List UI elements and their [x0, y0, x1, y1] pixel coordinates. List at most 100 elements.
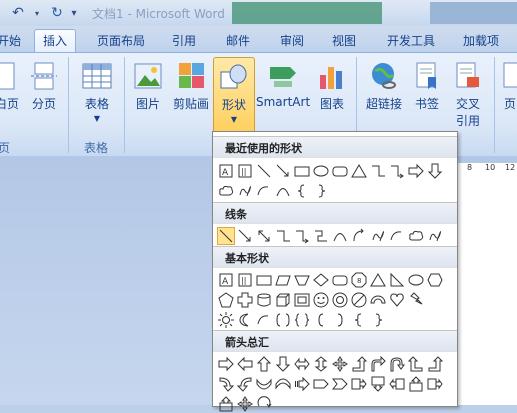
shape-quad-icon[interactable] [331, 355, 349, 373]
shape-blockarc-icon[interactable] [369, 291, 387, 309]
picture-button[interactable]: 图片 [132, 61, 164, 112]
shape-rbrace-icon[interactable] [312, 182, 330, 200]
tab-page-layout[interactable]: 页面布局 [90, 30, 152, 52]
shape-uarrow-icon[interactable] [255, 355, 273, 373]
shape-moon-icon[interactable] [236, 311, 254, 329]
undo-icon[interactable]: ↶ [4, 4, 32, 22]
shape-cloud-icon[interactable] [217, 182, 235, 200]
chevron-down-icon[interactable]: ▾ [32, 4, 42, 22]
header-button[interactable]: 页 [500, 61, 517, 112]
shape-hexa-icon[interactable] [426, 271, 444, 289]
shape-lup-arrow-icon[interactable] [350, 355, 368, 373]
tab-developer[interactable]: 开发工具 [378, 30, 444, 52]
shape-callout-l-icon[interactable] [388, 375, 406, 393]
shape-cloud-icon[interactable] [407, 227, 425, 245]
cross-reference-button[interactable]: 交叉 引用 [450, 61, 486, 129]
shape-cross-icon[interactable] [236, 291, 254, 309]
chart-button[interactable]: 图表 [314, 61, 350, 112]
shape-darrow-icon[interactable] [255, 227, 273, 245]
shape-elbow-icon[interactable] [274, 227, 292, 245]
shape-rect-icon[interactable] [293, 162, 311, 180]
tab-addins[interactable]: 加载项 [456, 30, 506, 52]
shape-darrowblk-icon[interactable] [274, 355, 292, 373]
shape-heart-icon[interactable] [388, 291, 406, 309]
shape-elbowarrow-icon[interactable] [388, 162, 406, 180]
shape-arc-icon[interactable] [255, 182, 273, 200]
shape-brackets-icon[interactable] [274, 311, 292, 329]
shape-tri-icon[interactable] [369, 271, 387, 289]
shape-callout-d-icon[interactable] [369, 375, 387, 393]
shape-octa-icon[interactable]: 8 [350, 271, 368, 289]
shape-lup-arrow2-icon[interactable] [407, 355, 425, 373]
shape-diamond-icon[interactable] [312, 271, 330, 289]
shape-trap-icon[interactable] [293, 271, 311, 289]
shape-zig-icon[interactable] [312, 227, 330, 245]
shape-scribble-icon[interactable] [426, 227, 444, 245]
document-page[interactable] [455, 176, 517, 405]
shape-rarrow-icon[interactable] [217, 355, 235, 373]
shape-cube-icon[interactable] [274, 291, 292, 309]
tab-insert[interactable]: 插入 [34, 29, 76, 54]
shape-vtext-icon[interactable]: || [236, 271, 254, 289]
shape-arc-icon[interactable] [255, 311, 273, 329]
shape-lbrace-icon[interactable] [350, 311, 368, 329]
shape-circ-arrow-icon[interactable] [255, 395, 273, 413]
shape-noentry-icon[interactable] [350, 291, 368, 309]
shape-curve-icon[interactable] [331, 227, 349, 245]
shape-penta-arrow-icon[interactable] [312, 375, 330, 393]
shape-curve-icon[interactable] [274, 182, 292, 200]
shape-vtext-icon[interactable]: || [236, 162, 254, 180]
shape-tri-icon[interactable] [350, 162, 368, 180]
shape-rbracket-icon[interactable] [331, 311, 349, 329]
shape-callout-r-icon[interactable] [350, 375, 368, 393]
tab-home[interactable]: 开始 [0, 30, 22, 52]
blank-page-button[interactable]: 白页 [0, 61, 22, 112]
shape-bentarrow-icon[interactable] [369, 355, 387, 373]
table-button[interactable]: 表格 ▼ [76, 61, 118, 123]
shape-frame-icon[interactable] [293, 291, 311, 309]
shape-rbrace-icon[interactable] [369, 311, 387, 329]
shape-arrowline-icon[interactable] [236, 227, 254, 245]
hyperlink-button[interactable]: 超链接 [362, 61, 406, 112]
shape-lup-arrow-icon[interactable] [426, 355, 444, 373]
shape-oval-icon[interactable] [407, 271, 425, 289]
shape-bolt-icon[interactable] [407, 291, 425, 309]
shape-quad-icon[interactable] [236, 395, 254, 413]
tab-view[interactable]: 视图 [326, 30, 362, 52]
shape-curved-d-icon[interactable] [274, 375, 292, 393]
shape-darrowblk-icon[interactable] [426, 162, 444, 180]
shape-rarrow-icon[interactable] [407, 162, 425, 180]
shape-donut-icon[interactable] [331, 291, 349, 309]
clipart-button[interactable]: 剪贴画 [170, 61, 212, 112]
redo-icon[interactable]: ↻ [46, 4, 68, 22]
shape-scribble-icon[interactable] [369, 227, 387, 245]
shape-elbow-icon[interactable] [369, 162, 387, 180]
bookmark-button[interactable]: 书签 [410, 61, 444, 112]
shape-callout-r-icon[interactable] [426, 375, 444, 393]
shape-arc-icon[interactable] [388, 227, 406, 245]
shape-lbracket-icon[interactable] [312, 311, 330, 329]
shape-uturn-icon[interactable] [388, 355, 406, 373]
shape-arrowline-icon[interactable] [274, 162, 292, 180]
shape-braces-pair-icon[interactable] [293, 311, 311, 329]
shape-callout-u-icon[interactable] [407, 375, 425, 393]
shapes-button[interactable]: 形状 ▼ [213, 57, 255, 135]
shape-textbox-icon[interactable]: A [217, 271, 235, 289]
shape-curved-r-icon[interactable] [217, 375, 235, 393]
shape-curvearrow-icon[interactable] [350, 227, 368, 245]
tab-review[interactable]: 审阅 [274, 30, 310, 52]
shape-line-icon[interactable] [255, 162, 273, 180]
shape-lrarrow-icon[interactable] [293, 355, 311, 373]
shape-rrect-icon[interactable] [331, 271, 349, 289]
shape-rrect-icon[interactable] [331, 162, 349, 180]
customize-toolbar-icon[interactable]: ▾ [68, 4, 80, 22]
shape-penta-icon[interactable] [217, 291, 235, 309]
shape-cyl-icon[interactable] [255, 291, 273, 309]
shape-striped-r-icon[interactable] [293, 375, 311, 393]
shape-sun-icon[interactable] [217, 311, 235, 329]
shape-rect-icon[interactable] [255, 271, 273, 289]
shape-lbrace-icon[interactable] [293, 182, 311, 200]
smartart-button[interactable]: SmartArt [256, 61, 310, 109]
shape-larrow-icon[interactable] [236, 355, 254, 373]
shape-curved-u-icon[interactable] [255, 375, 273, 393]
